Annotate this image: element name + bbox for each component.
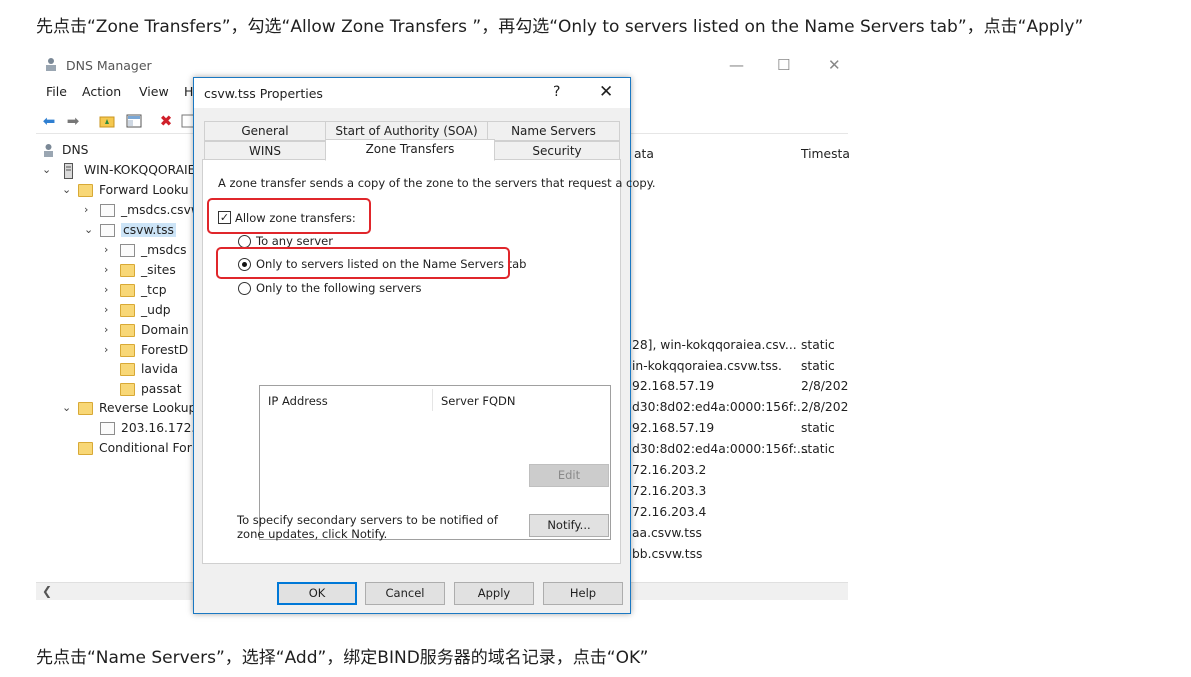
- column-header-data[interactable]: ata: [634, 147, 654, 161]
- tab-soa[interactable]: Start of Authority (SOA): [325, 121, 488, 141]
- dns-icon: [44, 144, 53, 157]
- chevron-down-icon[interactable]: ⌄: [62, 401, 74, 414]
- folder-icon: [120, 264, 135, 277]
- record-timestamp: static: [801, 338, 835, 352]
- cancel-button[interactable]: Cancel: [365, 582, 445, 605]
- record-data: bb.csvw.tss: [632, 547, 703, 561]
- chevron-right-icon[interactable]: ›: [104, 283, 116, 296]
- record-timestamp: static: [801, 359, 835, 373]
- dialog-title: csvw.tss Properties: [204, 86, 323, 101]
- back-arrow-icon[interactable]: ⬅: [39, 111, 59, 131]
- help-button[interactable]: Help: [543, 582, 623, 605]
- record-data: 72.16.203.4: [632, 505, 707, 519]
- chevron-right-icon[interactable]: ›: [84, 203, 96, 216]
- dns-manager-icon: [46, 58, 56, 71]
- server-icon: [64, 163, 73, 179]
- to-any-server-label[interactable]: To any server: [256, 234, 333, 248]
- column-header-server-fqdn[interactable]: Server FQDN: [441, 394, 516, 408]
- zone-icon: [100, 204, 115, 217]
- following-servers-label[interactable]: Only to the following servers: [256, 281, 421, 295]
- record-timestamp: static: [801, 421, 835, 435]
- menu-view[interactable]: View: [139, 84, 169, 99]
- highlight-box: [207, 198, 371, 234]
- instruction-bottom: 先点击“Name Servers”，选择“Add”，绑定BIND服务器的域名记录…: [36, 648, 649, 668]
- record-timestamp: static: [801, 442, 835, 456]
- zone-transfers-panel: A zone transfer sends a copy of the zone…: [202, 159, 656, 564]
- menu-action[interactable]: Action: [82, 84, 121, 99]
- dialog-close-button[interactable]: ✕: [599, 82, 613, 102]
- zone-icon: [100, 224, 115, 237]
- tab-zone-transfers[interactable]: Zone Transfers: [325, 139, 495, 161]
- chevron-right-icon[interactable]: ›: [104, 243, 116, 256]
- zone-icon: [120, 244, 135, 257]
- ok-button[interactable]: OK: [277, 582, 357, 605]
- folder-icon: [120, 284, 135, 297]
- column-header-ip-address[interactable]: IP Address: [268, 394, 328, 408]
- record-data: aa.csvw.tss: [632, 526, 702, 540]
- zone-properties-dialog: csvw.tss Properties ? ✕ General Start of…: [193, 77, 656, 614]
- chevron-right-icon[interactable]: ›: [104, 303, 116, 316]
- window-title: DNS Manager: [66, 58, 152, 73]
- chevron-right-icon[interactable]: ›: [104, 263, 116, 276]
- record-data: 28], win-kokqqoraiea.csv...: [632, 338, 797, 352]
- delete-icon[interactable]: ✖: [156, 111, 176, 131]
- folder-icon: [120, 383, 135, 396]
- chevron-down-icon[interactable]: ⌄: [62, 183, 74, 196]
- menu-help[interactable]: H: [184, 84, 193, 99]
- folder-icon: [78, 402, 93, 415]
- record-timestamp: 2/8/2021: [801, 379, 848, 393]
- folder-icon: [120, 344, 135, 357]
- record-data: 92.168.57.19: [632, 379, 715, 393]
- tab-name-servers[interactable]: Name Servers: [487, 121, 620, 141]
- record-data: 72.16.203.2: [632, 463, 707, 477]
- chevron-down-icon[interactable]: ⌄: [84, 223, 96, 236]
- minimize-button[interactable]: —: [729, 56, 744, 74]
- folder-icon: [78, 184, 93, 197]
- edit-button[interactable]: Edit: [529, 464, 609, 487]
- folder-icon: [120, 324, 135, 337]
- window-titlebar: DNS Manager — ☐ ✕: [36, 50, 848, 80]
- tab-security[interactable]: Security: [494, 141, 620, 161]
- console-tree: DNS ⌄ WIN-KOKQQORAIE ⌄ Forward Looku › _…: [42, 143, 194, 455]
- chevron-right-icon[interactable]: ›: [104, 323, 116, 336]
- following-servers-radio[interactable]: [238, 282, 251, 295]
- record-data: 92.168.57.19: [632, 421, 715, 435]
- record-data: d30:8d02:ed4a:0000:156f:...: [632, 400, 809, 414]
- record-timestamp: 2/8/2021: [801, 400, 848, 414]
- dialog-titlebar: csvw.tss Properties ? ✕: [194, 78, 630, 108]
- column-header-timestamp[interactable]: Timesta: [801, 147, 850, 161]
- tab-general[interactable]: General: [204, 121, 326, 141]
- highlight-box: [216, 247, 510, 279]
- apply-button[interactable]: Apply: [454, 582, 534, 605]
- folder-icon: [78, 442, 93, 455]
- close-button[interactable]: ✕: [828, 56, 841, 74]
- show-hide-console-tree-icon[interactable]: [124, 111, 144, 131]
- forward-arrow-icon[interactable]: ➡: [63, 111, 83, 131]
- menu-file[interactable]: File: [46, 84, 67, 99]
- chevron-down-icon[interactable]: ⌄: [42, 163, 54, 176]
- scroll-left-icon[interactable]: ❮: [42, 584, 52, 598]
- notify-description: To specify secondary servers to be notif…: [237, 513, 498, 541]
- record-data: d30:8d02:ed4a:0000:156f:...: [632, 442, 809, 456]
- up-folder-icon[interactable]: [97, 111, 117, 131]
- chevron-right-icon[interactable]: ›: [104, 343, 116, 356]
- zone-icon: [100, 422, 115, 435]
- zone-transfer-description: A zone transfer sends a copy of the zone…: [218, 176, 656, 190]
- folder-icon: [120, 304, 135, 317]
- help-icon[interactable]: ?: [553, 84, 560, 100]
- maximize-button[interactable]: ☐: [777, 56, 790, 74]
- record-data: in-kokqqoraiea.csvw.tss.: [632, 359, 782, 373]
- tab-wins[interactable]: WINS: [204, 141, 326, 161]
- folder-icon: [120, 363, 135, 376]
- instruction-top: 先点击“Zone Transfers”，勾选“Allow Zone Transf…: [36, 17, 1084, 37]
- notify-button[interactable]: Notify...: [529, 514, 609, 537]
- record-data: 72.16.203.3: [632, 484, 707, 498]
